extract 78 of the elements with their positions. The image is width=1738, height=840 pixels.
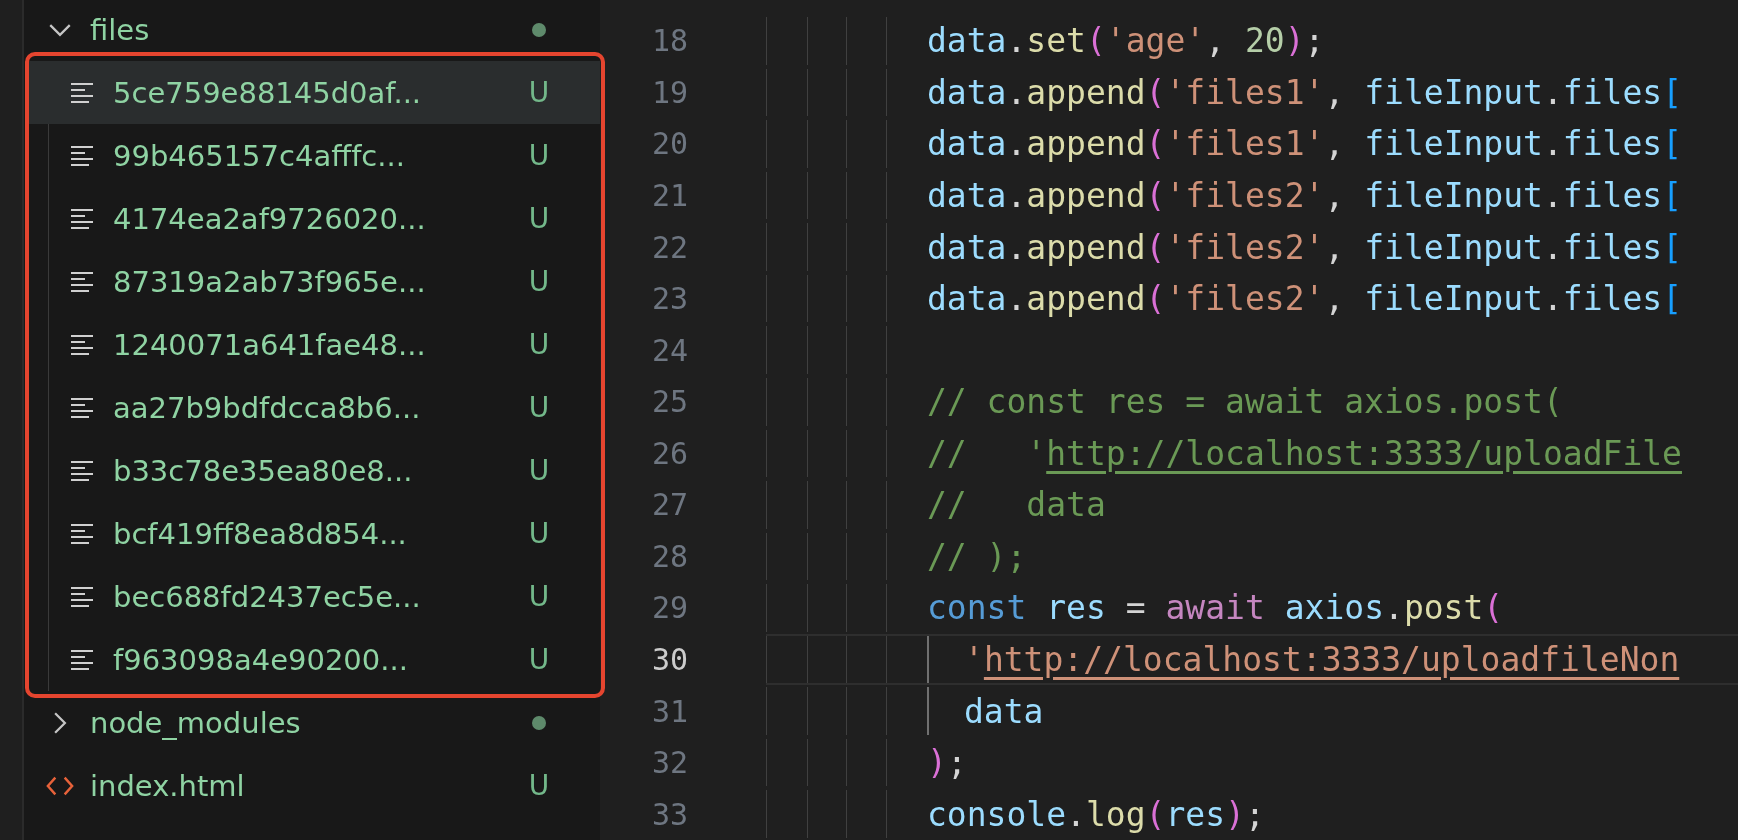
file-row[interactable]: 87319a2ab73f965e... U: [49, 250, 600, 313]
line-number: 29: [650, 590, 689, 626]
line-number: 26: [650, 435, 689, 471]
file-row[interactable]: f963098a4e90200... U: [49, 628, 600, 691]
text-file-icon: [71, 396, 95, 419]
file-row[interactable]: 1240071a641fae48... U: [49, 313, 600, 376]
file-name: 4174ea2af9726020...: [113, 201, 427, 236]
code-line: data.set('age', 20);: [927, 20, 1325, 63]
code-line: data: [927, 687, 1044, 735]
code-line: data.append('files2', fileInput.files[: [927, 174, 1683, 217]
code-line: // );: [927, 535, 1027, 578]
code-line: );: [927, 742, 967, 785]
code-line: console.log(res);: [927, 793, 1265, 836]
code-line: // data: [927, 484, 1106, 527]
folder-name: files: [90, 12, 151, 47]
file-name: f963098a4e90200...: [113, 642, 409, 677]
git-status-label: U: [527, 328, 551, 361]
line-number: 31: [650, 693, 689, 729]
git-status-label: U: [527, 517, 551, 550]
file-row[interactable]: bcf419ff8ea8d854... U: [49, 502, 600, 565]
file-name: bec688fd2437ec5e...: [113, 579, 422, 614]
code-line: data.append('files1', fileInput.files[: [927, 71, 1683, 114]
line-number: 18: [650, 23, 689, 59]
git-status-label: U: [527, 139, 551, 172]
line-number: 22: [650, 229, 689, 265]
git-status-label: U: [527, 769, 551, 802]
line-number: 30: [650, 642, 689, 678]
folder-row[interactable]: files: [24, 0, 600, 61]
file-row[interactable]: index.html U: [24, 754, 600, 817]
text-file-icon: [71, 81, 95, 104]
file-row[interactable]: 99b465157c4afffc... U: [49, 124, 600, 187]
git-status-label: U: [527, 76, 551, 109]
code-line: 'http://localhost:3333/uploadfileNon: [927, 635, 1680, 684]
file-name: bcf419ff8ea8d854...: [113, 516, 408, 551]
file-name: aa27b9bdfdcca8b6...: [113, 390, 422, 425]
file-name: b33c78e35ea80e8...: [113, 453, 414, 488]
code-line: data.append('files1', fileInput.files[: [927, 123, 1683, 166]
file-row[interactable]: b33c78e35ea80e8... U: [49, 439, 600, 502]
code-line: data.append('files2', fileInput.files[: [927, 226, 1683, 269]
file-row[interactable]: 4174ea2af9726020... U: [49, 187, 600, 250]
line-number: 23: [650, 281, 689, 317]
line-number: 28: [650, 538, 689, 574]
line-number: 27: [650, 487, 689, 523]
code-line: // const res = await axios.post(: [927, 381, 1563, 424]
code-line: // 'http://localhost:3333/uploadFile: [927, 432, 1682, 475]
git-status-label: U: [527, 202, 551, 235]
file-name: 1240071a641fae48...: [113, 327, 427, 362]
code-line: data.append('files2', fileInput.files[: [927, 278, 1683, 321]
file-name: 87319a2ab73f965e...: [113, 264, 427, 299]
code-line: const res = await axios.post(: [927, 587, 1504, 630]
line-number: 25: [650, 384, 689, 420]
text-file-icon: [71, 207, 95, 230]
line-number: 20: [650, 126, 689, 162]
line-number: 32: [650, 745, 689, 781]
line-number: 19: [650, 74, 689, 110]
text-file-icon: [71, 648, 95, 671]
folder-row[interactable]: node_modules: [24, 691, 600, 754]
text-file-icon: [71, 522, 95, 545]
text-file-icon: [71, 333, 95, 356]
line-number: 24: [650, 332, 689, 368]
file-row[interactable]: aa27b9bdfdcca8b6... U: [49, 376, 600, 439]
code-brackets-icon: [46, 774, 74, 797]
git-status-label: U: [527, 643, 551, 676]
text-file-icon: [71, 585, 95, 608]
text-file-icon: [71, 144, 95, 167]
git-status-label: U: [527, 580, 551, 613]
line-number: 21: [650, 177, 689, 213]
line-number: 33: [650, 796, 689, 832]
text-file-icon: [71, 459, 95, 482]
folder-name: node_modules: [90, 705, 302, 740]
git-status-label: U: [527, 265, 551, 298]
file-row[interactable]: bec688fd2437ec5e... U: [49, 565, 600, 628]
text-file-icon: [71, 270, 95, 293]
git-status-label: U: [527, 454, 551, 487]
git-status-label: U: [527, 391, 551, 424]
file-name: 5ce759e88145d0af...: [113, 75, 423, 110]
file-name: index.html: [90, 768, 246, 803]
file-name: 99b465157c4afffc...: [113, 138, 406, 173]
